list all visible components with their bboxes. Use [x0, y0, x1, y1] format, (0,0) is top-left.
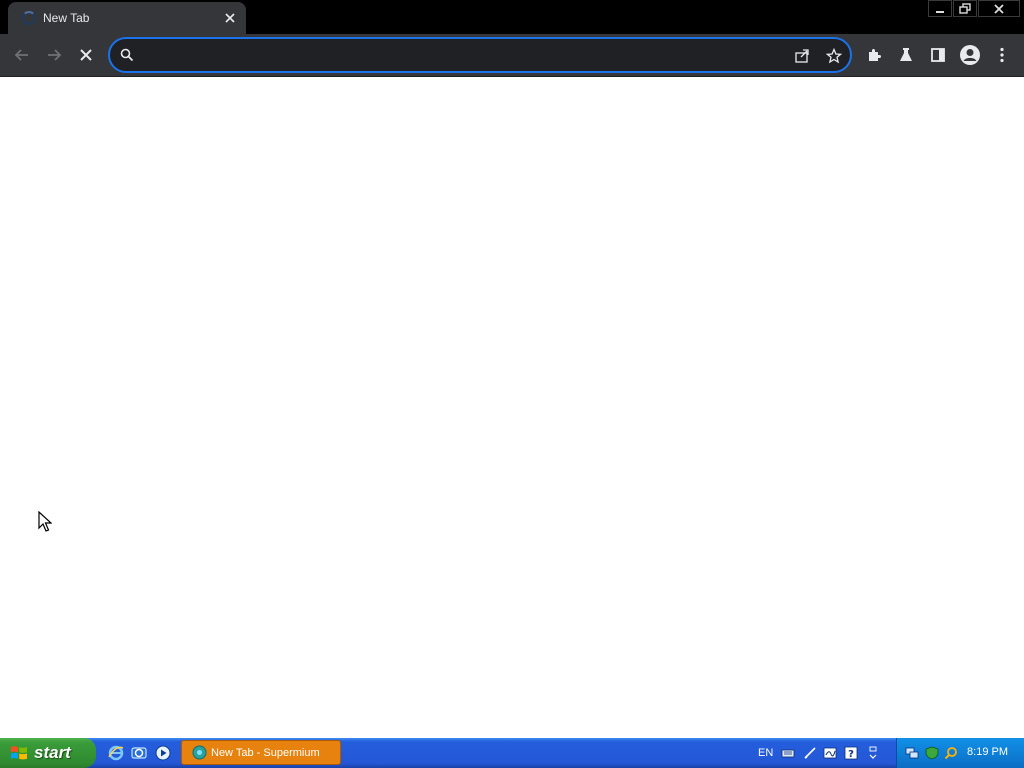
share-button[interactable]: [791, 45, 813, 67]
star-icon: [826, 48, 842, 64]
address-bar[interactable]: [108, 37, 852, 73]
arrow-left-icon: [14, 49, 28, 61]
windows-logo-icon: [11, 746, 27, 760]
pen-icon[interactable]: [803, 746, 817, 760]
side-panel-icon: [931, 48, 945, 62]
search-icon[interactable]: [944, 746, 958, 760]
language-bar-options-icon[interactable]: [866, 746, 880, 760]
tab-close-button[interactable]: [220, 8, 240, 28]
taskbar: start New Tab - Supermium EN ? 8:19 PM: [0, 738, 1024, 768]
close-window-button[interactable]: [978, 0, 1020, 17]
browser-titlebar: New Tab: [0, 0, 1024, 34]
start-button[interactable]: start: [0, 738, 96, 768]
system-tray: 8:19 PM: [896, 738, 1024, 768]
restore-button[interactable]: [953, 0, 977, 17]
kebab-menu-icon: [1000, 47, 1004, 63]
profile-icon: [960, 45, 980, 65]
tab-new-tab[interactable]: New Tab: [8, 2, 246, 34]
loading-spinner-icon: [22, 11, 36, 25]
keyboard-icon[interactable]: [781, 746, 795, 760]
network-icon[interactable]: [905, 746, 919, 760]
page-content[interactable]: [0, 77, 1024, 738]
outlook-express-icon[interactable]: [131, 745, 147, 761]
back-button[interactable]: [10, 43, 34, 67]
clock[interactable]: 8:19 PM: [967, 746, 1008, 758]
start-label: start: [34, 743, 71, 762]
help-icon[interactable]: ?: [844, 746, 858, 760]
mouse-pointer-icon: [38, 511, 52, 532]
tab-title: New Tab: [43, 11, 90, 25]
supermium-icon: [192, 745, 207, 760]
menu-button[interactable]: [990, 43, 1014, 67]
media-player-icon[interactable]: [155, 745, 171, 761]
svg-text:?: ?: [848, 749, 854, 760]
security-shield-icon[interactable]: [925, 746, 939, 760]
extensions-button[interactable]: [862, 43, 886, 67]
minimize-icon: [936, 10, 944, 13]
internet-explorer-icon[interactable]: [108, 745, 124, 761]
flask-icon: [900, 48, 912, 61]
restore-icon: [959, 2, 971, 14]
close-icon: [994, 3, 1004, 14]
forward-button[interactable]: [42, 43, 66, 67]
arrow-right-icon: [48, 49, 62, 61]
profile-button[interactable]: [958, 43, 982, 67]
share-icon: [795, 49, 809, 63]
side-panel-button[interactable]: [926, 43, 950, 67]
close-icon: [225, 13, 235, 23]
labs-button[interactable]: [894, 43, 918, 67]
address-input[interactable]: [142, 45, 786, 67]
close-icon: [80, 49, 92, 61]
language-indicator[interactable]: EN: [758, 747, 773, 759]
taskbar-window-button[interactable]: New Tab - Supermium: [181, 740, 341, 765]
bookmark-button[interactable]: [823, 45, 845, 67]
puzzle-icon: [869, 49, 881, 61]
stop-loading-button[interactable]: [74, 43, 98, 67]
handwriting-icon[interactable]: [823, 746, 837, 760]
browser-toolbar: [0, 34, 1024, 77]
taskbar-window-title: New Tab - Supermium: [211, 746, 320, 759]
search-icon: [120, 48, 134, 62]
minimize-button[interactable]: [928, 0, 952, 17]
